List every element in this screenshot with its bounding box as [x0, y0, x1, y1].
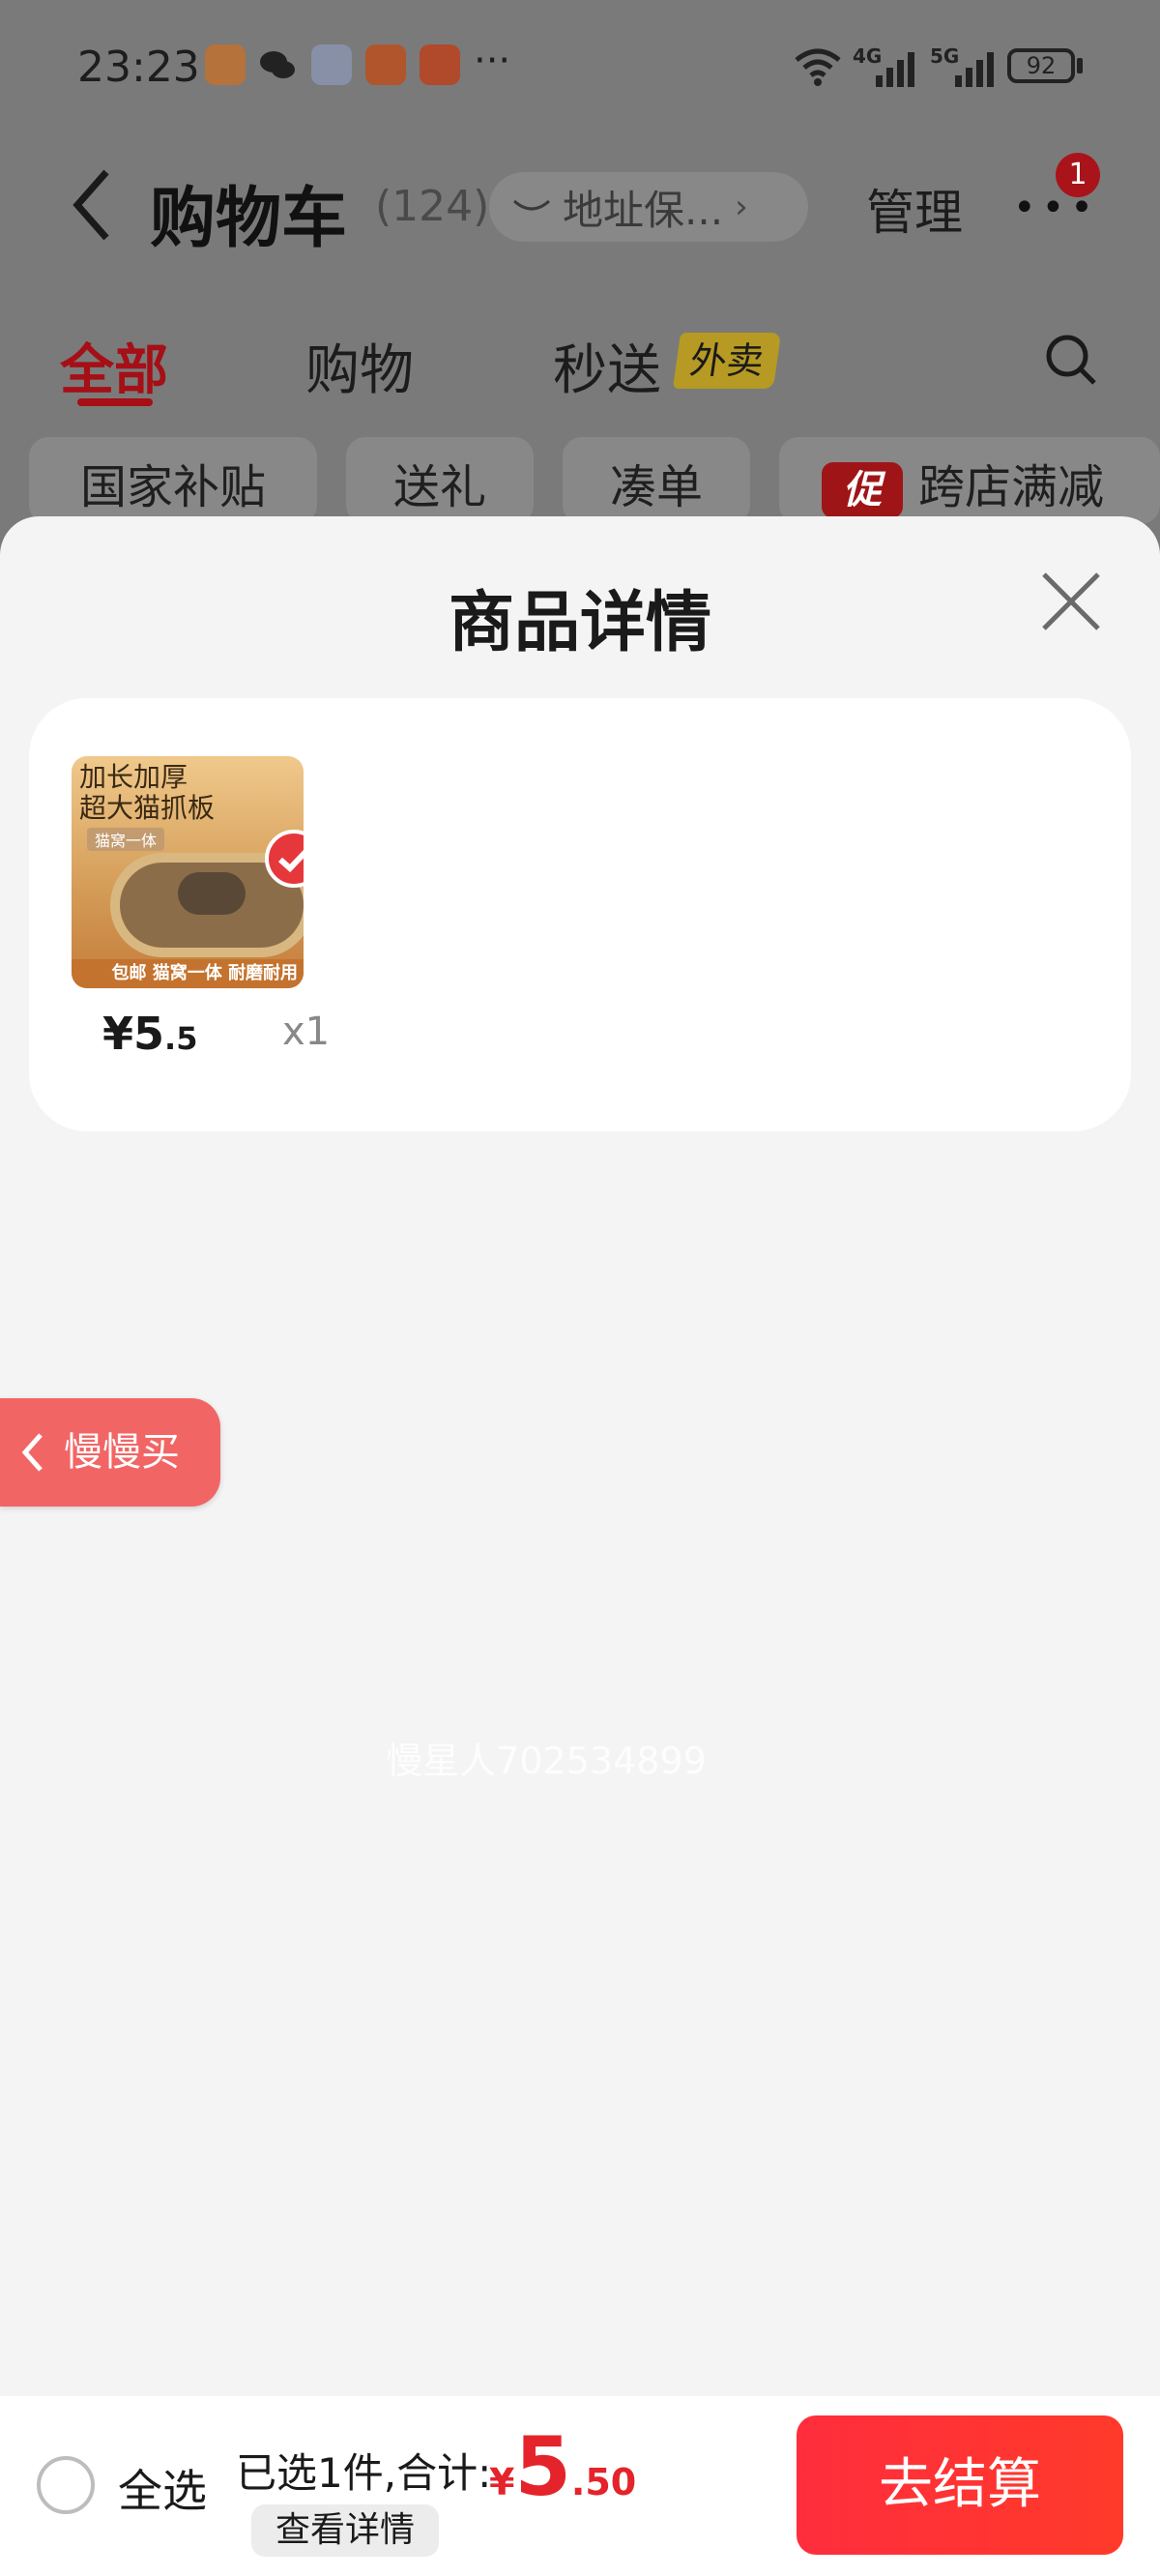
- back-arrow-icon[interactable]: [68, 166, 116, 254]
- red-packet-icon: [365, 44, 406, 85]
- selected-check-icon[interactable]: [265, 830, 304, 888]
- chevron-right-icon: ›: [735, 188, 748, 226]
- watermark: 慢星人702534899: [386, 1740, 707, 1782]
- signal-4g-icon: [876, 44, 914, 87]
- tab-active-underline: [77, 398, 153, 406]
- tab-shopping[interactable]: 购物: [305, 327, 414, 405]
- product-image-line2: 超大猫抓板: [79, 792, 216, 824]
- baidu-icon: [311, 44, 352, 85]
- product-image-text: 加长加厚 超大猫抓板: [79, 762, 215, 824]
- slow-buy-floating-button[interactable]: 慢慢买: [0, 1398, 220, 1507]
- battery-tip: [1077, 58, 1083, 73]
- checkout-bar: 全选 已选1件,合计: ¥5.50 查看详情 去结算: [0, 2396, 1160, 2576]
- total-decimal: .50: [570, 2461, 637, 2503]
- cart-count: (124): [375, 182, 490, 231]
- view-details-button[interactable]: 查看详情: [251, 2504, 439, 2557]
- battery-icon: 92: [1007, 48, 1075, 83]
- tab-express[interactable]: 秒送: [553, 327, 661, 405]
- signal-5g-icon: [955, 44, 994, 87]
- slow-buy-label: 慢慢买: [64, 1430, 180, 1475]
- product-details-sheet: 商品详情 加长加厚 超大猫抓板 猫窝一体 包邮 猫窝一体 耐磨耐用 ¥5.5 x…: [0, 516, 1160, 2576]
- product-image-tag: 猫窝一体: [87, 828, 165, 851]
- chevron-left-icon: [17, 1398, 46, 1547]
- wechat-icon: [257, 44, 298, 85]
- promo-tag: 促: [822, 462, 903, 518]
- chip-combine-order[interactable]: 凑单: [563, 437, 750, 524]
- kuaishou-icon: [420, 44, 460, 85]
- cat-graphic: [178, 872, 246, 915]
- product-image[interactable]: 加长加厚 超大猫抓板 猫窝一体 包邮 猫窝一体 耐磨耐用: [72, 756, 304, 988]
- chip-cross-store-label: 跨店满减: [918, 460, 1105, 514]
- wifi-icon: [795, 48, 841, 86]
- total-integer: 5: [514, 2419, 571, 2514]
- chip-cross-store-discount[interactable]: 促跨店满减: [779, 437, 1160, 524]
- total-price: ¥5.50: [489, 2419, 636, 2514]
- notification-badge: 1: [1056, 153, 1100, 197]
- more-notifications-icon: ···: [474, 39, 511, 83]
- address-icon: [513, 199, 550, 211]
- chip-gift[interactable]: 送礼: [346, 437, 534, 524]
- product-price: ¥5.5: [102, 1008, 197, 1060]
- search-icon[interactable]: [1044, 333, 1096, 385]
- price-decimal: .5: [164, 1020, 198, 1057]
- clock: 23:23: [77, 43, 200, 92]
- close-icon[interactable]: [1034, 565, 1108, 638]
- product-card: 加长加厚 超大猫抓板 猫窝一体 包邮 猫窝一体 耐磨耐用 ¥5.5 x1: [29, 698, 1131, 1131]
- status-bar: 23:23 ··· 4G 5G 92: [0, 0, 1160, 145]
- product-image-banner: 包邮 猫窝一体 耐磨耐用: [72, 959, 304, 988]
- tab-all[interactable]: 全部: [60, 327, 168, 405]
- sheet-title: 商品详情: [448, 585, 711, 661]
- select-all-label[interactable]: 全选: [118, 2456, 207, 2520]
- page-title: 购物车: [150, 181, 348, 257]
- product-image-line1: 加长加厚: [79, 761, 188, 793]
- product-quantity: x1: [282, 1010, 331, 1054]
- address-selector[interactable]: 地址保... ›: [489, 172, 808, 242]
- chip-national-subsidy[interactable]: 国家补贴: [29, 437, 317, 524]
- select-all-radio[interactable]: [37, 2456, 95, 2514]
- selection-summary: 已选1件,合计:: [236, 2449, 492, 2497]
- manage-button[interactable]: 管理: [866, 174, 963, 244]
- total-currency: ¥: [489, 2461, 515, 2503]
- takeout-badge: 外卖: [672, 333, 782, 389]
- checkout-button[interactable]: 去结算: [797, 2415, 1123, 2555]
- price-symbol: ¥: [102, 1008, 134, 1060]
- app-notification-icon: [205, 44, 246, 85]
- address-label: 地址保...: [563, 186, 724, 234]
- price-integer: 5: [133, 1008, 165, 1060]
